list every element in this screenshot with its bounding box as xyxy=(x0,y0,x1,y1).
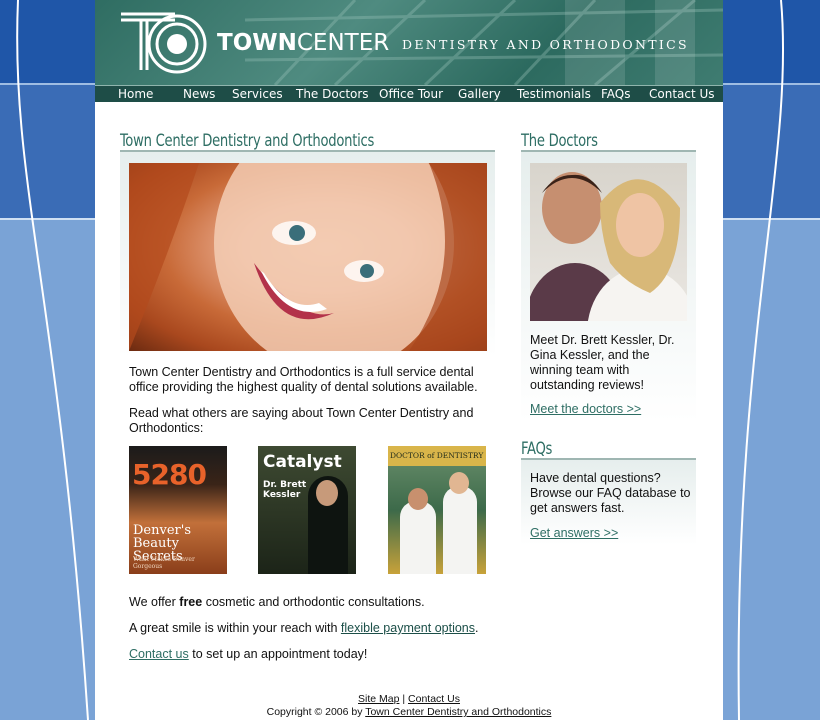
nav-item-faqs[interactable]: FAQs xyxy=(601,87,649,101)
magazine-5280-title: 5280 xyxy=(132,458,207,491)
logo-center-text: CENTER xyxy=(296,30,390,56)
magazine-catalyst-headline: Dr. Brett Kessler xyxy=(263,480,307,500)
magazine-cover-5280[interactable]: 5280 Denver's Beauty Secrets What Makes … xyxy=(129,446,227,574)
intro-text: Town Center Dentistry and Orthodontics i… xyxy=(129,365,478,394)
nav-item-home[interactable]: Home xyxy=(118,87,183,101)
logo-icon[interactable] xyxy=(117,8,209,76)
nav-item-the-doctors[interactable]: The Doctors xyxy=(296,87,379,101)
nav-item-services[interactable]: Services xyxy=(232,87,296,101)
footer-links: Site Map | Contact Us xyxy=(95,693,723,705)
magazine-5280-subheadline: What Makes Denver Gorgeous xyxy=(133,556,195,570)
faqs-text: Have dental questions? Browse our FAQ da… xyxy=(530,471,691,515)
faqs-title: FAQs xyxy=(521,439,553,459)
main-title: Town Center Dentistry and Orthodontics xyxy=(120,131,375,151)
doctors-title: The Doctors xyxy=(521,131,598,151)
free-text-part-1: We offer xyxy=(129,595,176,609)
magazine-cover-doctor-of-dentistry[interactable]: DOCTOR of DENTISTRY xyxy=(388,446,486,574)
nav-item-news[interactable]: News xyxy=(183,87,232,101)
smile-text: A great smile is within your reach with xyxy=(129,621,338,635)
free-text-part-2: cosmetic and orthodontic consultations. xyxy=(205,595,425,609)
magazine-catalyst-title: Catalyst xyxy=(263,452,342,472)
testimonial-intro: Read what others are saying about Town C… xyxy=(129,406,474,435)
contact-text-rest: to set up an appointment today! xyxy=(192,647,368,661)
footer-sitemap-link[interactable]: Site Map xyxy=(358,693,399,705)
nav-item-testimonials[interactable]: Testimonials xyxy=(517,87,601,101)
footer-copyright: Copyright © 2006 by Town Center Dentistr… xyxy=(95,706,723,718)
logo-town-text: TOWN xyxy=(217,30,297,56)
right-background xyxy=(723,0,820,720)
footer-separator: | xyxy=(402,693,406,705)
payment-period: . xyxy=(475,621,479,635)
main-nav: Home News Services The Doctors Office To… xyxy=(95,85,723,102)
footer-contact-link[interactable]: Contact Us xyxy=(408,693,460,705)
left-background xyxy=(0,0,95,720)
payment-options-link[interactable]: flexible payment options xyxy=(341,621,475,635)
logo-tagline: DENTISTRY AND ORTHODONTICS xyxy=(402,37,689,52)
contact-us-link[interactable]: Contact us xyxy=(129,647,189,661)
hero-photo xyxy=(129,163,487,351)
nav-item-contact-us[interactable]: Contact Us xyxy=(649,87,719,101)
doctors-text: Meet Dr. Brett Kessler, Dr. Gina Kessler… xyxy=(530,333,675,392)
magazine-cover-catalyst[interactable]: Catalyst Dr. Brett Kessler xyxy=(258,446,356,574)
copyright-text: Copyright © 2006 by xyxy=(266,706,363,718)
magazine-dod-title: DOCTOR of DENTISTRY xyxy=(390,451,484,460)
get-answers-link[interactable]: Get answers >> xyxy=(530,526,618,540)
footer-company-link[interactable]: Town Center Dentistry and Orthodontics xyxy=(365,706,551,718)
nav-item-office-tour[interactable]: Office Tour xyxy=(379,87,458,101)
free-consultation-text: We offer free cosmetic and orthodontic c… xyxy=(129,595,489,610)
nav-item-gallery[interactable]: Gallery xyxy=(458,87,517,101)
meet-doctors-link[interactable]: Meet the doctors >> xyxy=(530,402,641,416)
contact-text: Contact us to set up an appointment toda… xyxy=(129,647,509,662)
doctors-photo xyxy=(530,163,687,321)
site-header: TOWNCENTER DENTISTRY AND ORTHODONTICS xyxy=(95,0,723,85)
free-word: free xyxy=(179,595,203,609)
logo-wordmark[interactable]: TOWNCENTER xyxy=(217,30,389,56)
payment-text: A great smile is within your reach with … xyxy=(129,621,509,636)
page: TOWNCENTER DENTISTRY AND ORTHODONTICS Ho… xyxy=(95,0,723,720)
